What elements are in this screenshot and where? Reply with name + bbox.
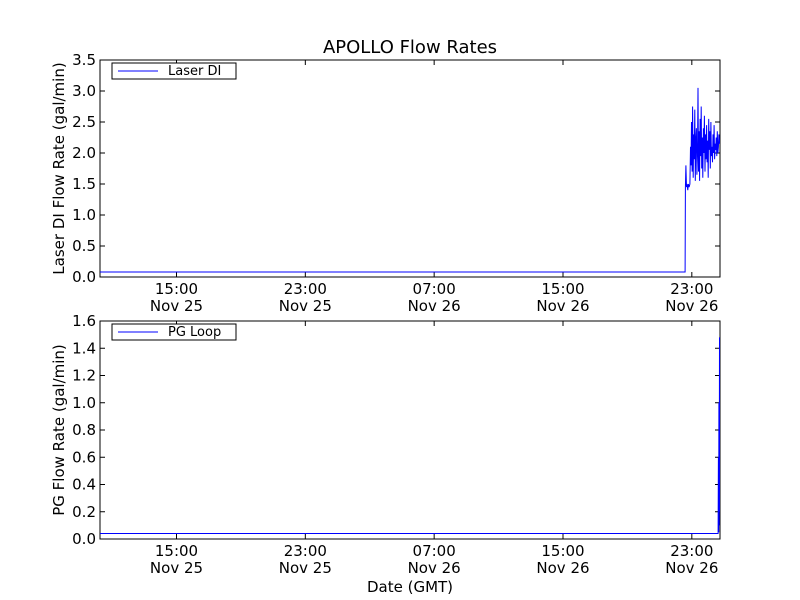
x-tick-date-label: Nov 26 [408,559,461,577]
x-axis-label: Date (GMT) [367,578,453,596]
x-tick-date-label: Nov 26 [536,297,589,315]
x-tick-date-label: Nov 25 [279,297,332,315]
y-tick-label: 1.5 [72,175,96,193]
y-tick-label: 0.2 [72,503,96,521]
laser-di-plot-frame [99,59,721,278]
y-tick-label: 2.0 [72,144,96,162]
chart-title: APOLLO Flow Rates [323,37,497,58]
y-tick-label: 1.0 [72,394,96,412]
x-tick-time-label: 07:00 [413,542,456,560]
x-tick-date-label: Nov 26 [408,297,461,315]
y-tick-label: 2.5 [72,113,96,131]
laser-di-panel: 0.00.51.01.52.02.53.03.5 15:00Nov 2523:0… [50,51,721,315]
y-tick-label: 1.2 [72,367,96,385]
x-tick-date-label: Nov 26 [536,559,589,577]
x-tick-time-label: 15:00 [155,542,198,560]
x-tick-time-label: 15:00 [541,280,584,298]
x-tick-time-label: 23:00 [670,280,713,298]
y-tick-label: 0.0 [72,530,96,548]
y-tick-label: 1.0 [72,206,96,224]
x-tick-date-label: Nov 25 [150,297,203,315]
pg-loop-legend: PG Loop [111,323,237,341]
x-tick-time-label: 23:00 [670,542,713,560]
y-tick-label: 0.6 [72,448,96,466]
y-tick-label: 3.5 [72,51,96,69]
y-tick-label: 1.6 [72,312,96,330]
y-tick-label: 0.4 [72,476,96,494]
x-tick-time-label: 15:00 [155,280,198,298]
y-tick-label: 0.5 [72,237,96,255]
y-tick-label: 1.4 [72,339,96,357]
x-tick-date-label: Nov 25 [279,559,332,577]
x-tick-time-label: 15:00 [541,542,584,560]
pg-loop-plot-frame [99,320,721,540]
y-tick-label: 0.8 [72,421,96,439]
figure-canvas: APOLLO Flow Rates 0.0 0.5 1.0 1.5 2.0 2.5 3.0 3… [50,37,721,596]
x-tick-time-label: 07:00 [413,280,456,298]
x-tick-date-label: Nov 25 [150,559,203,577]
pg-loop-panel: 0.00.20.40.60.81.01.21.41.6 15:00Nov 252… [50,312,721,577]
x-tick-time-label: 23:00 [284,542,327,560]
pg-loop-legend-label: PG Loop [168,325,221,340]
y-tick-label: 3.0 [72,82,96,100]
laser-di-y-axis-label: Laser DI Flow Rate (gal/min) [50,62,68,274]
x-tick-time-label: 23:00 [284,280,327,298]
x-tick-date-label: Nov 26 [665,559,718,577]
x-tick-date-label: Nov 26 [665,297,718,315]
y-tick-label: 0.0 [72,268,96,286]
laser-di-legend: Laser DI [111,62,237,80]
pg-loop-y-axis-label: PG Flow Rate (gal/min) [50,344,68,516]
laser-di-legend-label: Laser DI [168,64,221,79]
